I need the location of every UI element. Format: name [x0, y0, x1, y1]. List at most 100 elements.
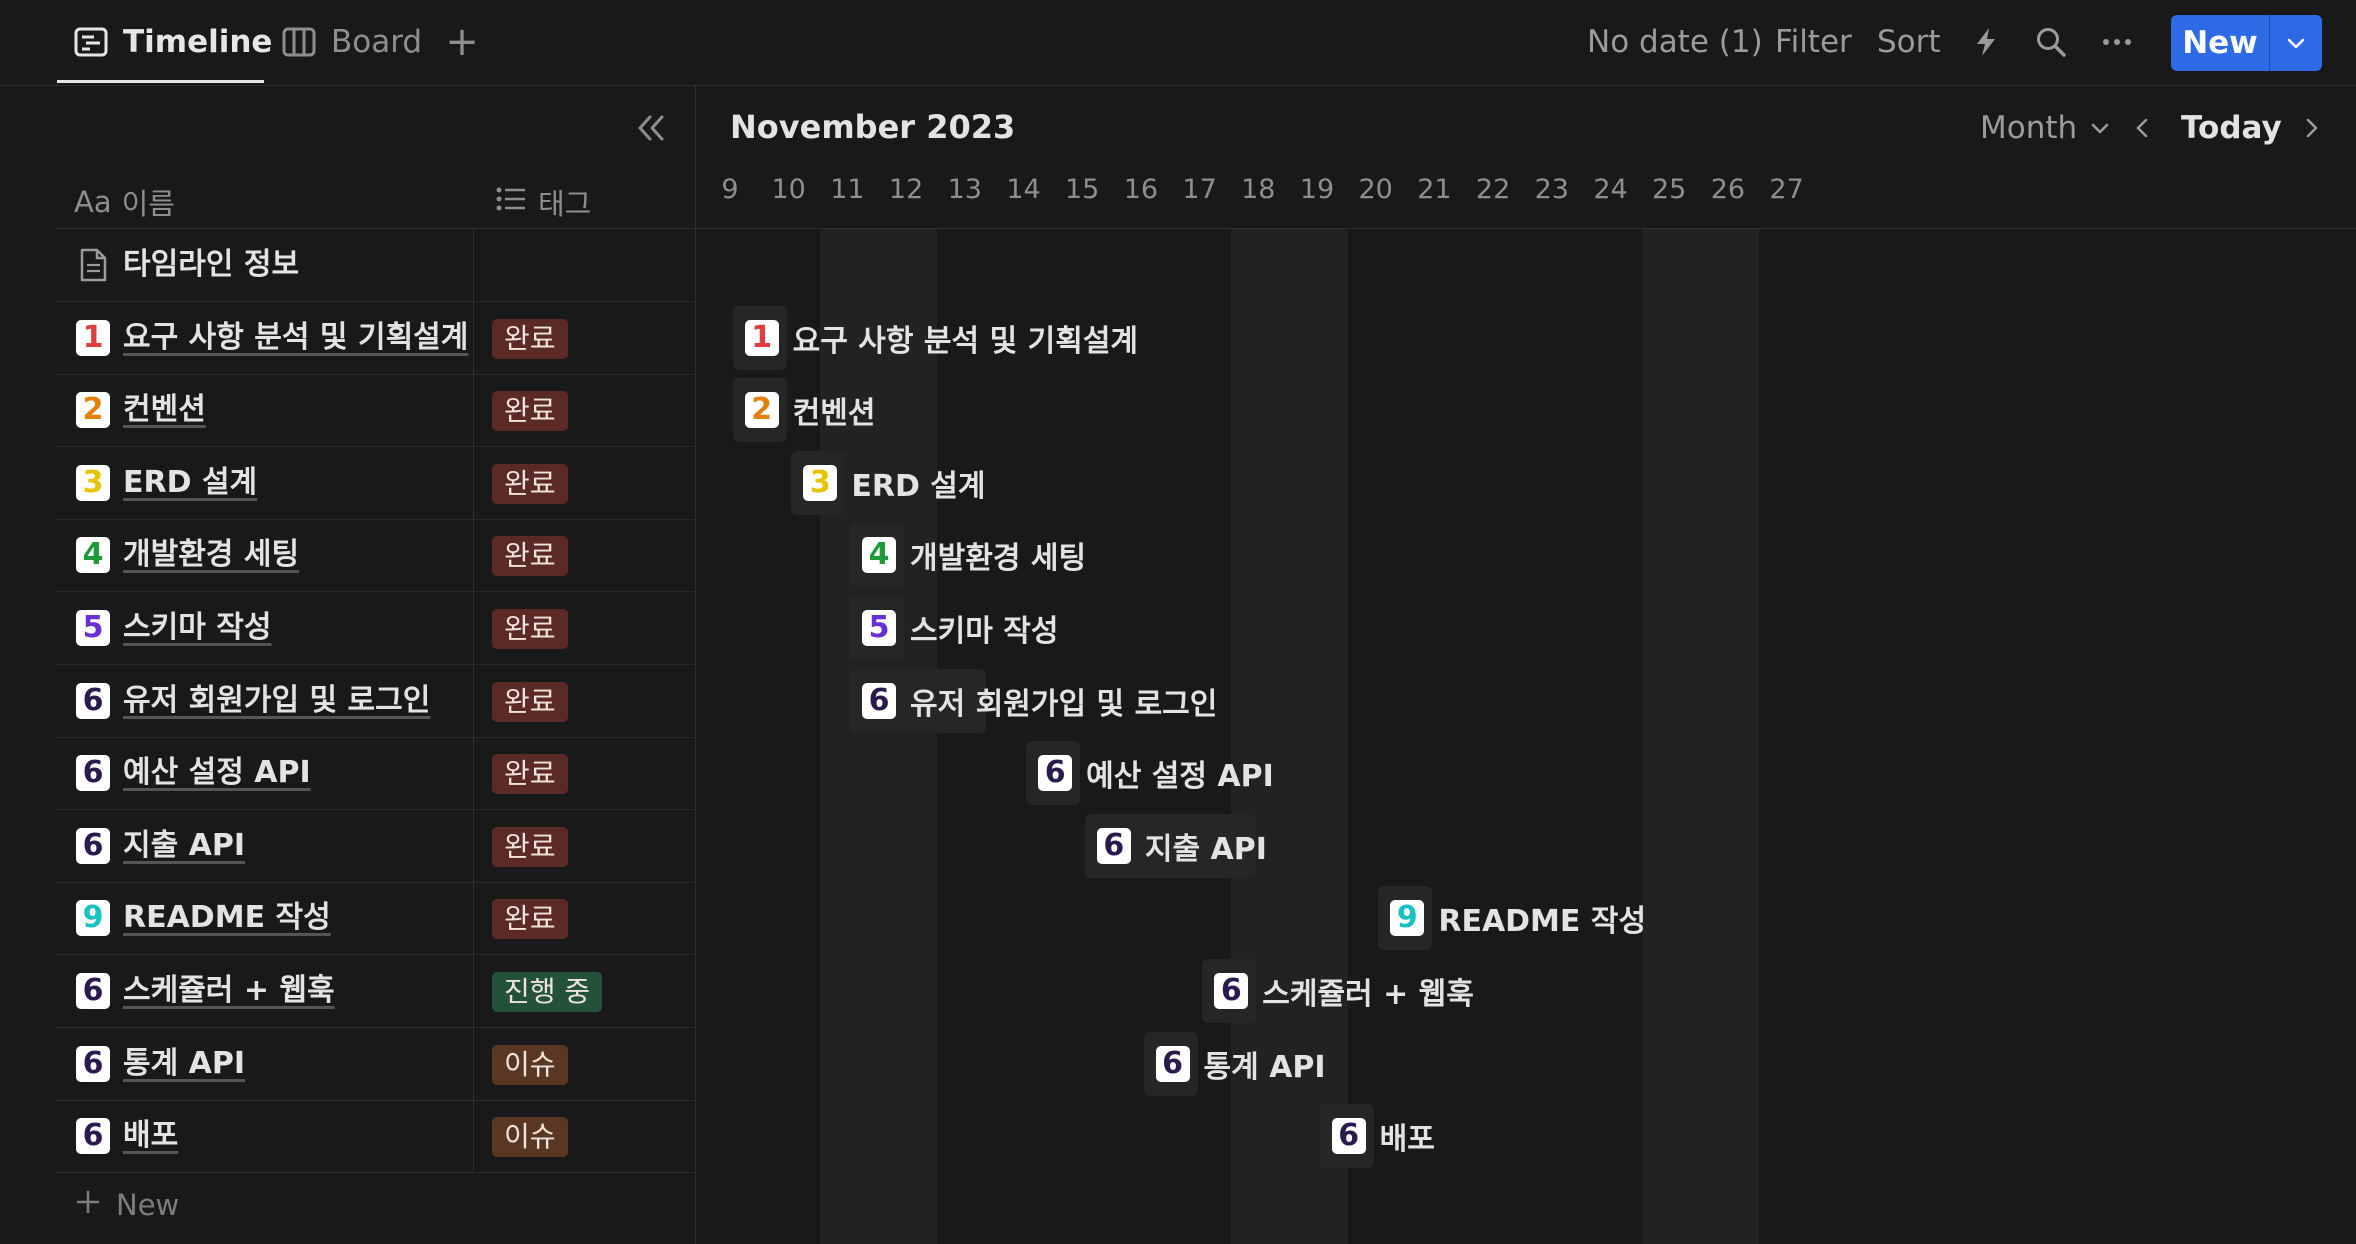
more-options-icon[interactable] [2100, 0, 2134, 84]
search-icon[interactable] [2034, 0, 2068, 84]
table-row[interactable]: 1 요구 사항 분석 및 기획설계 완료 [56, 301, 696, 375]
status-tag[interactable]: 완료 [492, 318, 568, 359]
status-tag[interactable]: 완료 [492, 536, 568, 577]
number-badge: 5 [76, 610, 110, 646]
status-tag[interactable]: 완료 [492, 681, 568, 722]
add-view-button[interactable]: + [442, 18, 482, 66]
next-period-button[interactable] [2296, 108, 2326, 148]
timeline-item[interactable]: 2 컨벤션 [744, 378, 876, 442]
row-title[interactable]: 배포 [123, 1100, 178, 1172]
table-row[interactable]: 타임라인 정보 [56, 229, 696, 302]
number-3-icon: 3 [76, 464, 110, 501]
range-selector[interactable]: Month [1980, 108, 2115, 148]
tab-board[interactable]: Board [281, 0, 422, 84]
day-label: 17 [1182, 174, 1217, 205]
day-label: 15 [1065, 174, 1100, 205]
today-button[interactable]: Today [2181, 108, 2282, 148]
timeline-item-label: 스케쥴러 + 웹훅 [1262, 977, 1474, 1012]
table-row[interactable]: 6 통계 API 이슈 [56, 1027, 696, 1101]
timeline-item[interactable]: 6 통계 API [1155, 1032, 1326, 1096]
timeline-item[interactable]: 6 배포 [1331, 1104, 1435, 1168]
number-badge: 2 [744, 392, 779, 429]
row-title[interactable]: 타임라인 정보 [123, 229, 299, 301]
table-row[interactable]: 9 README 작성 완료 [56, 882, 696, 956]
table-row[interactable]: 4 개발환경 세팅 완료 [56, 519, 696, 593]
timeline-item[interactable]: 6 스케쥴러 + 웹훅 [1214, 959, 1474, 1023]
no-date-button[interactable]: No date (1) [1587, 0, 1763, 84]
row-title[interactable]: 개발환경 세팅 [123, 519, 299, 591]
table-row[interactable]: 6 배포 이슈 [56, 1100, 696, 1174]
timeline-item[interactable]: 6 유저 회원가입 및 로그인 [862, 669, 1217, 733]
timeline-item[interactable]: 9 README 작성 [1390, 886, 1646, 950]
filter-button[interactable]: Filter [1775, 0, 1852, 84]
automation-lightning-icon[interactable] [1969, 0, 2003, 84]
timeline-item-label: 통계 API [1203, 1049, 1326, 1085]
status-tag[interactable]: 이슈 [492, 1117, 568, 1158]
board-icon [281, 24, 317, 60]
timeline-item[interactable]: 4 개발환경 세팅 [862, 523, 1086, 587]
timeline-item[interactable]: 6 지출 API [1096, 814, 1267, 878]
row-title[interactable]: 스케쥴러 + 웹훅 [123, 955, 335, 1027]
table-row[interactable]: 2 컨벤션 완료 [56, 374, 696, 448]
status-tag[interactable]: 완료 [492, 609, 568, 649]
timeline-item[interactable]: 1 요구 사항 분석 및 기획설계 [744, 306, 1138, 370]
timeline-item-label: 배포 [1379, 1122, 1435, 1158]
new-button[interactable]: New [2171, 15, 2322, 71]
row-title[interactable]: 유저 회원가입 및 로그인 [123, 665, 430, 737]
timeline-canvas[interactable]: November 2023 Month Today 9 10 11 12 13 14 15 1… [696, 86, 2356, 1244]
cell-divider [473, 229, 474, 301]
plus-icon [74, 1188, 102, 1223]
table-row[interactable]: 3 ERD 설계 완료 [56, 446, 696, 520]
chevron-left-icon [2128, 113, 2158, 143]
day-label: 11 [830, 174, 865, 205]
status-tag[interactable]: 완료 [492, 754, 568, 795]
timeline-item-label: 유저 회원가입 및 로그인 [910, 686, 1218, 722]
number-badge: 1 [76, 319, 110, 356]
number-badge: 6 [76, 682, 110, 719]
sort-button[interactable]: Sort [1877, 0, 1941, 84]
number-badge: 2 [76, 392, 110, 429]
status-tag[interactable]: 이슈 [492, 1044, 568, 1085]
number-1-icon: 1 [76, 319, 110, 356]
day-label: 10 [771, 174, 806, 205]
weekend-column [1641, 229, 1760, 1244]
number-9-icon: 9 [76, 900, 110, 937]
collapse-panel-icon[interactable] [630, 108, 674, 148]
cell-divider [473, 1100, 474, 1173]
number-badge: 4 [862, 537, 897, 574]
day-label: 14 [1006, 174, 1041, 205]
new-row-button[interactable]: New [74, 1180, 179, 1230]
row-title[interactable]: 지출 API [123, 810, 245, 882]
row-title[interactable]: 컨벤션 [123, 374, 206, 446]
row-title[interactable]: 통계 API [123, 1028, 245, 1100]
tag-column-header[interactable]: 태그 [494, 174, 591, 230]
row-title[interactable]: README 작성 [123, 882, 331, 954]
status-tag[interactable]: 완료 [492, 391, 568, 432]
number-badge: 6 [1096, 827, 1131, 864]
number-6-icon: 6 [76, 827, 110, 864]
status-tag[interactable]: 완료 [492, 463, 568, 504]
timeline-item[interactable]: 3 ERD 설계 [803, 451, 985, 515]
table-row[interactable]: 6 예산 설정 API 완료 [56, 737, 696, 811]
chevron-down-icon[interactable] [2270, 31, 2322, 55]
status-tag[interactable]: 진행 중 [492, 972, 603, 1012]
table-row[interactable]: 5 스키마 작성 완료 [56, 592, 696, 665]
prev-period-button[interactable] [2128, 108, 2158, 148]
status-tag[interactable]: 완료 [492, 826, 568, 867]
timeline-item[interactable]: 5 스키마 작성 [862, 596, 1059, 660]
row-title[interactable]: 예산 설정 API [123, 737, 311, 809]
row-title[interactable]: 요구 사항 분석 및 기획설계 [123, 302, 468, 374]
timeline-item-label: 컨벤션 [792, 396, 876, 432]
timeline-item[interactable]: 6 예산 설정 API [1038, 741, 1274, 805]
table-row[interactable]: 6 유저 회원가입 및 로그인 완료 [56, 664, 696, 738]
table-row[interactable]: 6 스케쥴러 + 웹훅 진행 중 [56, 955, 696, 1028]
row-title[interactable]: ERD 설계 [123, 447, 257, 519]
row-title[interactable]: 스키마 작성 [123, 592, 271, 664]
table-row[interactable]: 6 지출 API 완료 [56, 809, 696, 883]
day-label: 18 [1241, 174, 1276, 205]
timeline-item-label: 개발환경 세팅 [910, 541, 1087, 577]
status-tag[interactable]: 완료 [492, 899, 568, 940]
tab-timeline[interactable]: Timeline [73, 0, 272, 84]
name-column-header[interactable]: Aa 이름 [74, 174, 175, 230]
cell-divider [473, 592, 474, 664]
